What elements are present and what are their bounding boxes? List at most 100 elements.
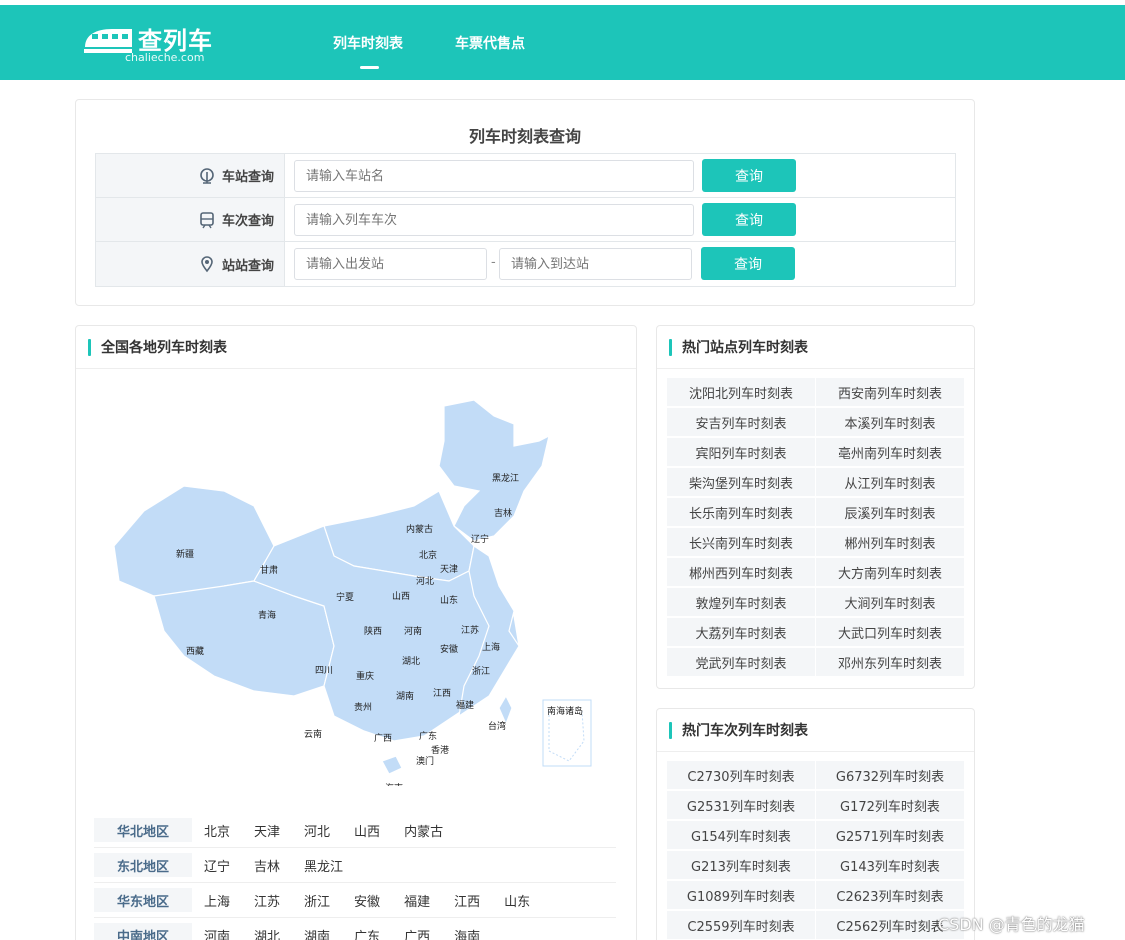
hot-station-link[interactable]: 大荔列车时刻表 [667, 618, 815, 646]
hot-station-link[interactable]: 长乐南列车时刻表 [667, 498, 815, 526]
map-province-label[interactable]: 浙江 [472, 665, 490, 677]
map-province-label[interactable]: 广东 [419, 730, 437, 742]
province-link[interactable]: 北京 [204, 821, 230, 840]
map-province-label[interactable]: 重庆 [356, 670, 374, 682]
province-link[interactable]: 山西 [354, 821, 380, 840]
map-province-label[interactable]: 山西 [392, 591, 410, 602]
map-province-label[interactable]: 宁夏 [336, 591, 354, 603]
map-province-label[interactable]: 河北 [416, 575, 434, 587]
map-province-label[interactable]: 北京 [419, 549, 437, 561]
province-link[interactable]: 广西 [404, 926, 430, 940]
hot-train-link[interactable]: G1089列车时刻表 [667, 881, 815, 909]
map-province-label[interactable]: 香港 [431, 744, 449, 756]
map-province-label[interactable]: 福建 [456, 699, 474, 711]
hot-train-link[interactable]: G2531列车时刻表 [667, 791, 815, 819]
province-link[interactable]: 黑龙江 [304, 856, 343, 875]
hot-station-link[interactable]: 党武列车时刻表 [667, 648, 815, 676]
train-number-input[interactable] [294, 204, 694, 236]
province-link[interactable]: 河南 [204, 926, 230, 940]
map-province-label[interactable]: 云南 [304, 728, 322, 740]
map-province-label[interactable]: 台湾 [488, 720, 506, 732]
hot-station-link[interactable]: 大涧列车时刻表 [816, 588, 964, 616]
province-link[interactable]: 江西 [454, 891, 480, 910]
map-province-label[interactable]: 吉林 [494, 507, 512, 519]
map-province-label[interactable]: 内蒙古 [406, 523, 433, 535]
map-province-label[interactable]: 上海 [482, 641, 500, 653]
province-link[interactable]: 辽宁 [204, 856, 230, 875]
province-link[interactable]: 河北 [304, 821, 330, 840]
hot-station-link[interactable]: 沈阳北列车时刻表 [667, 378, 815, 406]
map-province-label[interactable]: 贵州 [354, 701, 372, 713]
hot-train-link[interactable]: G154列车时刻表 [667, 821, 815, 849]
hot-station-link[interactable]: 宾阳列车时刻表 [667, 438, 815, 466]
map-province-label[interactable]: 广西 [374, 732, 392, 744]
map-province-label[interactable]: 黑龙江 [492, 472, 519, 484]
station-search-button[interactable]: 查询 [702, 159, 796, 192]
hot-train-link[interactable]: G213列车时刻表 [667, 851, 815, 879]
map-province-label[interactable]: 江西 [433, 688, 451, 699]
hot-station-link[interactable]: 大武口列车时刻表 [816, 618, 964, 646]
nav-ticket-outlets[interactable]: 车票代售点 [455, 33, 525, 53]
map-province-label[interactable]: 甘肃 [260, 564, 278, 576]
region-name[interactable]: 东北地区 [94, 853, 192, 877]
hot-station-link[interactable]: 郴州列车时刻表 [816, 528, 964, 556]
hot-train-link[interactable]: C2623列车时刻表 [816, 881, 964, 909]
hot-train-link[interactable]: G6732列车时刻表 [816, 761, 964, 789]
station-input[interactable] [294, 160, 694, 192]
map-province-label[interactable]: 江苏 [461, 624, 479, 636]
hot-station-link[interactable]: 邓州东列车时刻表 [816, 648, 964, 676]
province-link[interactable]: 内蒙古 [404, 821, 443, 840]
map-province-label[interactable]: 湖北 [402, 656, 420, 667]
map-province-label[interactable]: 海南 [385, 782, 403, 786]
map-province-label[interactable]: 山东 [440, 594, 458, 606]
map-province-label[interactable]: 澳门 [416, 755, 434, 767]
province-link[interactable]: 广东 [354, 926, 380, 940]
train-search-button[interactable]: 查询 [702, 203, 796, 236]
hot-station-link[interactable]: 敦煌列车时刻表 [667, 588, 815, 616]
province-link[interactable]: 湖南 [304, 926, 330, 940]
hot-station-link[interactable]: 郴州西列车时刻表 [667, 558, 815, 586]
province-link[interactable]: 安徽 [354, 891, 380, 910]
hot-station-link[interactable]: 本溪列车时刻表 [816, 408, 964, 436]
china-map[interactable]: 黑龙江 吉林 辽宁 内蒙古 北京 天津 河北 山西 山东 新疆 甘肃 宁夏 青海… [94, 396, 604, 786]
province-link[interactable]: 福建 [404, 891, 430, 910]
site-logo[interactable]: 查列车 chalieche.com [82, 21, 222, 67]
hot-station-link[interactable]: 亳州南列车时刻表 [816, 438, 964, 466]
hot-train-link[interactable]: G143列车时刻表 [816, 851, 964, 879]
province-link[interactable]: 江苏 [254, 891, 280, 910]
province-link[interactable]: 山东 [504, 891, 530, 910]
province-link[interactable]: 湖北 [254, 926, 280, 940]
region-name[interactable]: 华北地区 [94, 818, 192, 842]
hot-station-link[interactable]: 从江列车时刻表 [816, 468, 964, 496]
map-province-label[interactable]: 西藏 [186, 645, 204, 657]
hot-station-link[interactable]: 长兴南列车时刻表 [667, 528, 815, 556]
map-province-label[interactable]: 陕西 [364, 625, 382, 637]
hot-station-link[interactable]: 柴沟堡列车时刻表 [667, 468, 815, 496]
map-province-label[interactable]: 新疆 [176, 548, 194, 560]
hot-train-link[interactable]: C2730列车时刻表 [667, 761, 815, 789]
hot-train-link[interactable]: G172列车时刻表 [816, 791, 964, 819]
hot-station-link[interactable]: 大方南列车时刻表 [816, 558, 964, 586]
route-search-button[interactable]: 查询 [701, 247, 795, 280]
map-province-label[interactable]: 天津 [440, 564, 458, 575]
province-link[interactable]: 吉林 [254, 856, 280, 875]
nav-timetable[interactable]: 列车时刻表 [333, 33, 403, 53]
map-province-label[interactable]: 南海诸岛 [547, 705, 583, 717]
region-name[interactable]: 华东地区 [94, 888, 192, 912]
map-province-label[interactable]: 湖南 [396, 690, 414, 702]
province-link[interactable]: 海南 [454, 926, 480, 940]
map-province-label[interactable]: 青海 [258, 609, 276, 621]
hot-train-link[interactable]: C2559列车时刻表 [667, 911, 815, 939]
province-link[interactable]: 上海 [204, 891, 230, 910]
map-province-label[interactable]: 辽宁 [471, 533, 489, 545]
province-link[interactable]: 浙江 [304, 891, 330, 910]
hot-station-link[interactable]: 安吉列车时刻表 [667, 408, 815, 436]
map-province-label[interactable]: 四川 [315, 666, 333, 676]
hot-station-link[interactable]: 西安南列车时刻表 [816, 378, 964, 406]
hot-train-link[interactable]: G2571列车时刻表 [816, 821, 964, 849]
from-station-input[interactable] [294, 248, 487, 280]
map-province-label[interactable]: 安徽 [440, 643, 458, 655]
to-station-input[interactable] [499, 248, 692, 280]
province-link[interactable]: 天津 [254, 821, 280, 840]
hot-station-link[interactable]: 辰溪列车时刻表 [816, 498, 964, 526]
